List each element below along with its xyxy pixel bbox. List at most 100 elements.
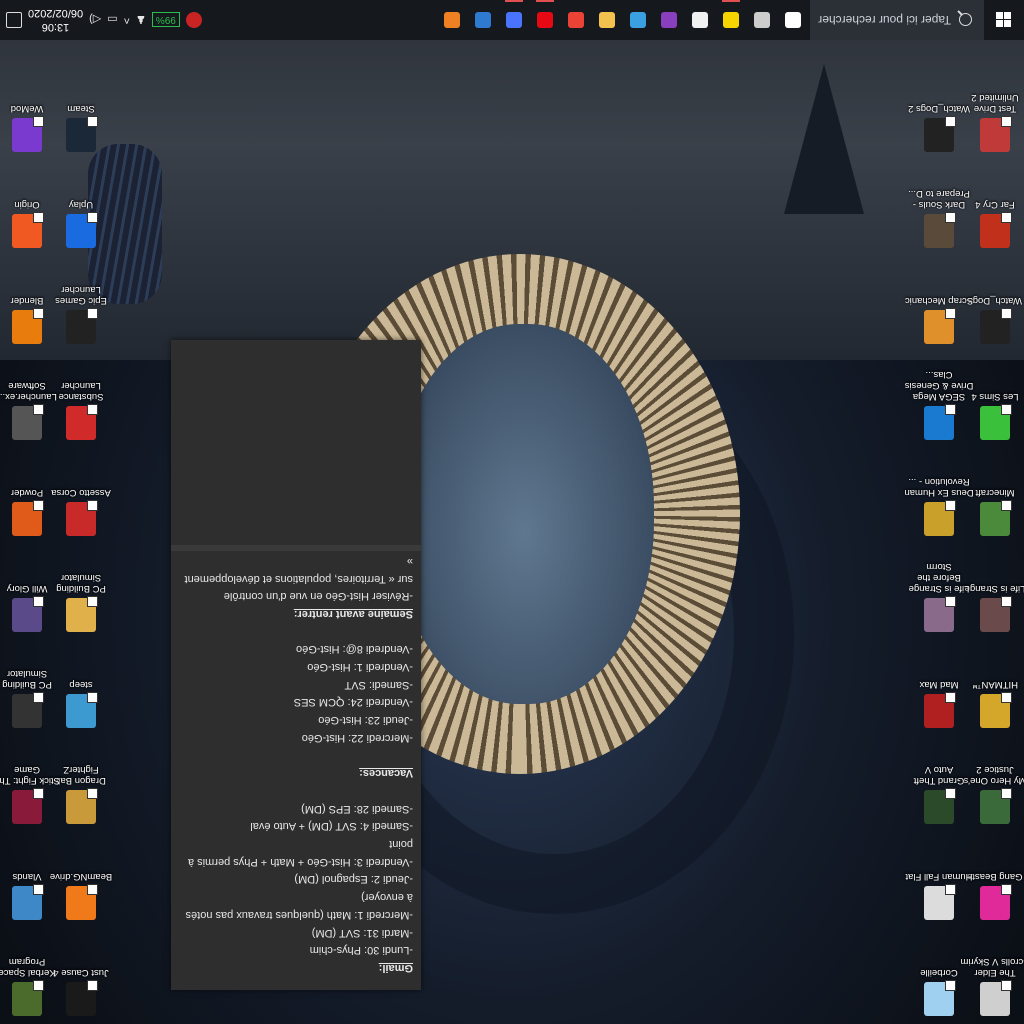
wallpaper-cone — [784, 64, 864, 214]
desktop-shortcut[interactable]: Grand Theft Auto V — [904, 764, 974, 824]
desktop-screen: The Elder Scrolls V Skyrim Corbeille Gang … — [0, 0, 1024, 1024]
desktop-shortcut[interactable]: PC Building Simulator — [0, 668, 62, 728]
desktop-shortcut[interactable]: Scrap Mechanic — [904, 295, 974, 344]
desktop-shortcut[interactable]: Life is Strange Before the Storm — [904, 561, 974, 632]
app-icon — [980, 502, 1010, 536]
file-icon[interactable] — [686, 0, 714, 40]
system-tray: 99% ♟ ˄ ▭ ◁) 13:06 06/02/2020 — [0, 0, 202, 40]
chrome-icon[interactable] — [562, 0, 590, 40]
app-icon — [980, 214, 1010, 248]
desktop-shortcut[interactable]: Mad Max — [904, 679, 974, 728]
app-icon — [66, 118, 96, 152]
desktop-shortcut[interactable]: WeMod — [0, 103, 62, 152]
clock-time: 13:06 — [41, 21, 70, 33]
shortcut-label: Mad Max — [919, 679, 959, 690]
note-heading: Vacances: — [359, 767, 413, 780]
chevron-up-icon[interactable]: ˄ — [124, 14, 130, 26]
note-line — [177, 746, 413, 764]
shortcut-label: Corbeille — [920, 967, 958, 978]
app-icon — [980, 982, 1010, 1016]
app-icon — [924, 694, 954, 728]
wallpaper-spiral-center — [394, 324, 654, 704]
shortcut-label: Deus Ex Human Revolution - ... — [904, 476, 974, 498]
volume-icon[interactable]: ◁) — [89, 14, 101, 27]
app-icon — [980, 694, 1010, 728]
store-icon[interactable] — [624, 0, 652, 40]
clock[interactable]: 13:06 06/02/2020 — [28, 6, 83, 34]
desktop-shortcut[interactable]: Watch_Dogs 2 — [904, 103, 974, 152]
task-view-icon[interactable] — [748, 0, 776, 40]
app-icon — [66, 502, 96, 536]
shortcut-label: Les Sims 4 — [971, 391, 1019, 402]
sticky-note-text[interactable]: Gmail: -Lundi 30: Phys-chim -Mardi 31: SVT… — [171, 551, 421, 990]
sticky-note[interactable]: Gmail: -Lundi 30: Phys-chim -Mardi 31: SVT… — [171, 340, 421, 990]
app-icon — [66, 406, 96, 440]
sticky-notes-icon[interactable] — [717, 0, 745, 40]
taskbar: Taper ici pour rechercher 99% ♟ ˄ ▭ ◁) 1… — [0, 0, 1024, 40]
antivirus-tray-icon[interactable] — [185, 12, 202, 28]
notification-center-icon[interactable] — [6, 12, 22, 28]
app-icon — [66, 214, 96, 248]
note-line: -Mercredi 22: Hist-Géo — [301, 731, 413, 744]
app-icon — [66, 310, 96, 344]
edge-icon[interactable] — [469, 0, 497, 40]
desktop-shortcut[interactable]: Vlands — [0, 871, 62, 920]
shortcut-label: Launcher.ex... Software — [0, 380, 57, 402]
app-icon — [924, 790, 954, 824]
store-icon-glyph — [630, 12, 646, 28]
shortcut-label: Grand Theft Auto V — [913, 764, 965, 786]
people-icon[interactable]: ♟ — [136, 14, 146, 27]
desktop-shortcut[interactable]: Will Glory — [0, 583, 62, 632]
netflix-icon[interactable] — [531, 0, 559, 40]
taskbar-search-box[interactable]: Taper ici pour rechercher — [810, 0, 984, 40]
shortcut-label: SEGA Mega Drive & Genesis Clas... — [904, 369, 974, 402]
desktop-shortcut[interactable]: Human Fall Flat — [904, 871, 974, 920]
cortana-icon[interactable] — [779, 0, 807, 40]
shortcut-label: Scrap Mechanic — [904, 295, 974, 306]
app-icon — [924, 982, 954, 1016]
shortcut-label: PC Building Simulator — [2, 668, 52, 690]
search-icon — [959, 13, 972, 27]
note-line — [177, 781, 413, 799]
ubisoft-icon-glyph — [506, 12, 522, 28]
file-explorer-icon-glyph — [599, 12, 615, 28]
note-line: -Jeudi 2: Espagnol (DM) — [294, 873, 413, 886]
desktop-shortcut[interactable]: Kerbal Space Program — [0, 956, 62, 1016]
network-icon[interactable]: ▭ — [107, 14, 117, 27]
desktop-shortcut[interactable]: Deus Ex Human Revolution - ... — [904, 476, 974, 536]
ubisoft-icon[interactable] — [500, 0, 528, 40]
blender-icon[interactable] — [438, 0, 466, 40]
shortcut-label: Origin — [14, 199, 40, 210]
shortcut-label: Far Cry 4 — [975, 199, 1015, 210]
desktop-shortcut[interactable]: SEGA Mega Drive & Genesis Clas... — [904, 369, 974, 440]
app-icon — [12, 982, 42, 1016]
start-button[interactable] — [984, 0, 1024, 40]
app-icon — [66, 694, 96, 728]
desktop-shortcut[interactable]: Origin — [0, 199, 62, 248]
battery-indicator[interactable]: 99% — [151, 12, 180, 28]
desktop-shortcut[interactable]: Blender — [0, 295, 62, 344]
note-line: -Mardi 31: SVT (DM) — [311, 926, 413, 939]
chrome-icon-glyph — [568, 12, 584, 28]
shortcut-label: Gang Beasts — [967, 871, 1023, 882]
desktop-shortcut[interactable]: Stick Fight: The Game — [0, 764, 62, 824]
note-line: -Samedi 28: EPS (DM) — [301, 802, 413, 815]
app-icon — [924, 310, 954, 344]
obs-icon[interactable] — [655, 0, 683, 40]
note-line: -Lundi 30: Phys-chim — [309, 944, 413, 957]
shortcut-label: Powder — [10, 487, 44, 498]
app-icon — [924, 886, 954, 920]
shortcut-label: Blender — [10, 295, 44, 306]
shortcut-label: WeMod — [10, 103, 44, 114]
shortcut-label: Kerbal Space Program — [0, 956, 56, 978]
note-line: -Vendredi 8@: Hist-Géo — [296, 643, 413, 656]
desktop-shortcut[interactable]: Powder — [0, 487, 62, 536]
file-explorer-icon[interactable] — [593, 0, 621, 40]
desktop-shortcut[interactable]: Dark Souls - Prepare to D... — [904, 188, 974, 248]
app-icon — [980, 886, 1010, 920]
app-icon — [980, 118, 1010, 152]
desktop-shortcut[interactable]: Corbeille — [904, 967, 974, 1016]
desktop-shortcut[interactable]: Launcher.ex... Software — [0, 380, 62, 440]
clock-date: 06/02/2020 — [28, 7, 84, 19]
shortcut-label: steep — [69, 679, 93, 690]
